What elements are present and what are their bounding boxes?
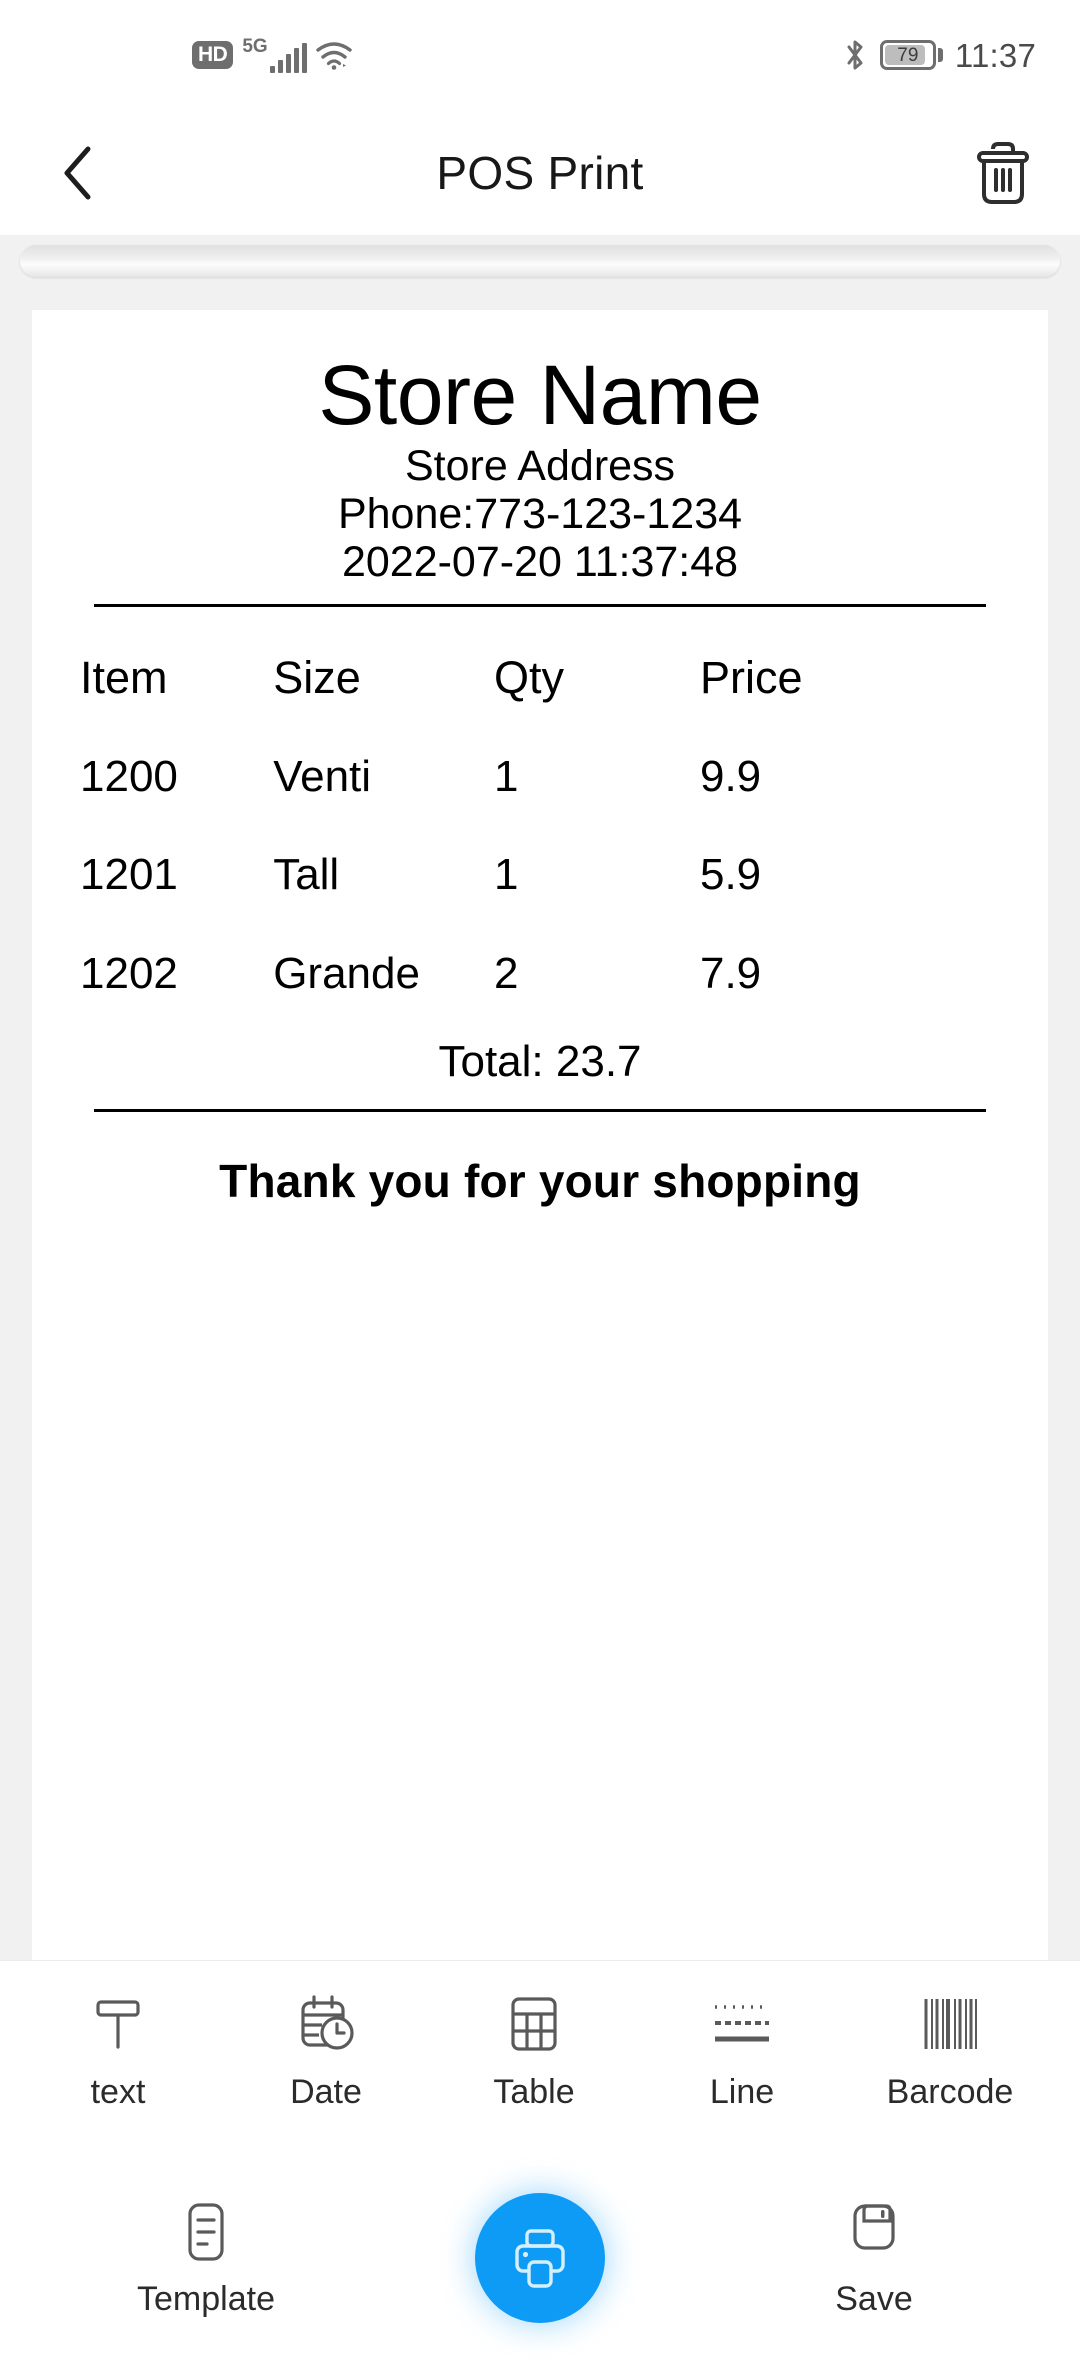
receipt-divider-top [94, 603, 986, 607]
tool-label: Table [493, 2072, 575, 2111]
receipt-content: Store Name Store Address Phone:773-123-1… [32, 310, 1048, 1208]
back-chevron-icon [64, 146, 91, 199]
delete-button[interactable] [968, 138, 1038, 208]
receipt-canvas-area: Store Name Store Address Phone:773-123-1… [0, 235, 1080, 1960]
back-button[interactable] [42, 138, 112, 208]
status-bar-left: HD 5G [192, 37, 352, 73]
receipt-phone[interactable]: Phone:773-123-1234 [80, 490, 1000, 538]
text-t-icon [92, 1993, 144, 2055]
line-styles-icon [710, 1993, 774, 2055]
status-bar: HD 5G 79 11:37 [0, 0, 1080, 110]
template-label: Template [137, 2280, 275, 2318]
print-button[interactable] [475, 2193, 605, 2323]
calendar-clock-icon [296, 1993, 356, 2055]
tool-label: Barcode [886, 2072, 1014, 2111]
tool-text[interactable]: text [18, 1993, 218, 2109]
template-button[interactable]: Template [96, 2200, 316, 2316]
status-bar-clock: 11:37 [954, 36, 1036, 74]
column-header-qty: Qty [493, 651, 564, 703]
cell-size: Grande [273, 948, 420, 998]
cell-qty: 2 [493, 948, 519, 998]
tool-barcode[interactable]: Barcode [850, 1993, 1050, 2109]
floppy-disk-icon [846, 2200, 902, 2264]
tool-table[interactable]: Table [434, 1993, 634, 2109]
cell-size: Tall [273, 850, 340, 900]
hd-badge-icon: HD [192, 41, 234, 69]
receipt-store-address[interactable]: Store Address [80, 442, 1000, 490]
column-header-item: Item [80, 651, 168, 703]
app-bar: POS Print [0, 110, 1080, 235]
wifi-icon [316, 40, 352, 70]
save-button[interactable]: Save [764, 2200, 984, 2316]
cell-qty: 1 [493, 850, 519, 900]
receipt-datetime[interactable]: 2022-07-20 11:37:48 [80, 538, 1000, 586]
page-title: POS Print [436, 146, 644, 199]
tool-date[interactable]: Date [226, 1993, 426, 2109]
tool-label: Date [290, 2072, 362, 2111]
element-toolbar: text Date Table Line Barcode [0, 1960, 1080, 2140]
bluetooth-icon [842, 38, 868, 72]
table-header-row: Item Size Qty Price [80, 615, 1000, 729]
cell-price: 9.9 [699, 752, 762, 802]
signal-strength-bars [269, 43, 307, 73]
horizontal-ruler-scrollbar[interactable] [20, 245, 1060, 277]
column-header-size: Size [273, 651, 361, 703]
status-bar-right: 79 11:37 [842, 38, 1036, 72]
table-grid-icon [506, 1993, 562, 2055]
table-row[interactable]: 1201 Tall 1 5.9 [80, 826, 1000, 924]
cell-item: 1200 [80, 752, 178, 802]
table-row[interactable]: 1202 Grande 2 7.9 [80, 925, 1000, 1023]
receipt-preview-card[interactable]: Store Name Store Address Phone:773-123-1… [32, 310, 1048, 1960]
receipt-store-name[interactable]: Store Name [80, 348, 1000, 442]
pos-print-screen: HD 5G 79 11:37 POS Print Store Name Stor… [0, 0, 1080, 2376]
cell-item: 1201 [80, 850, 178, 900]
printer-icon [515, 2229, 565, 2288]
cell-price: 5.9 [699, 850, 762, 900]
cell-qty: 1 [493, 752, 519, 802]
receipt-footer-message[interactable]: Thank you for your shopping [80, 1112, 1000, 1208]
column-header-price: Price [699, 651, 803, 703]
tool-label: text [90, 2072, 146, 2111]
signal-bars-icon: 5G [242, 36, 307, 73]
barcode-icon [921, 1993, 979, 2055]
document-lines-icon [179, 2200, 233, 2264]
cell-price: 7.9 [699, 948, 762, 998]
cell-size: Venti [273, 752, 372, 802]
save-label: Save [835, 2280, 913, 2318]
network-type-label: 5G [242, 36, 268, 57]
tool-line[interactable]: Line [642, 1993, 842, 2109]
battery-percent-label: 79 [897, 44, 919, 66]
tool-label: Line [709, 2072, 775, 2111]
receipt-total[interactable]: Total: 23.7 [80, 1023, 1000, 1093]
battery-icon: 79 [879, 40, 943, 70]
cell-item: 1202 [80, 948, 178, 998]
action-bar: Template Save [0, 2140, 1080, 2376]
trash-icon [977, 141, 1029, 204]
receipt-items-table[interactable]: Item Size Qty Price 1200 Venti 1 9.9 120… [80, 615, 1000, 1024]
table-row[interactable]: 1200 Venti 1 9.9 [80, 728, 1000, 826]
